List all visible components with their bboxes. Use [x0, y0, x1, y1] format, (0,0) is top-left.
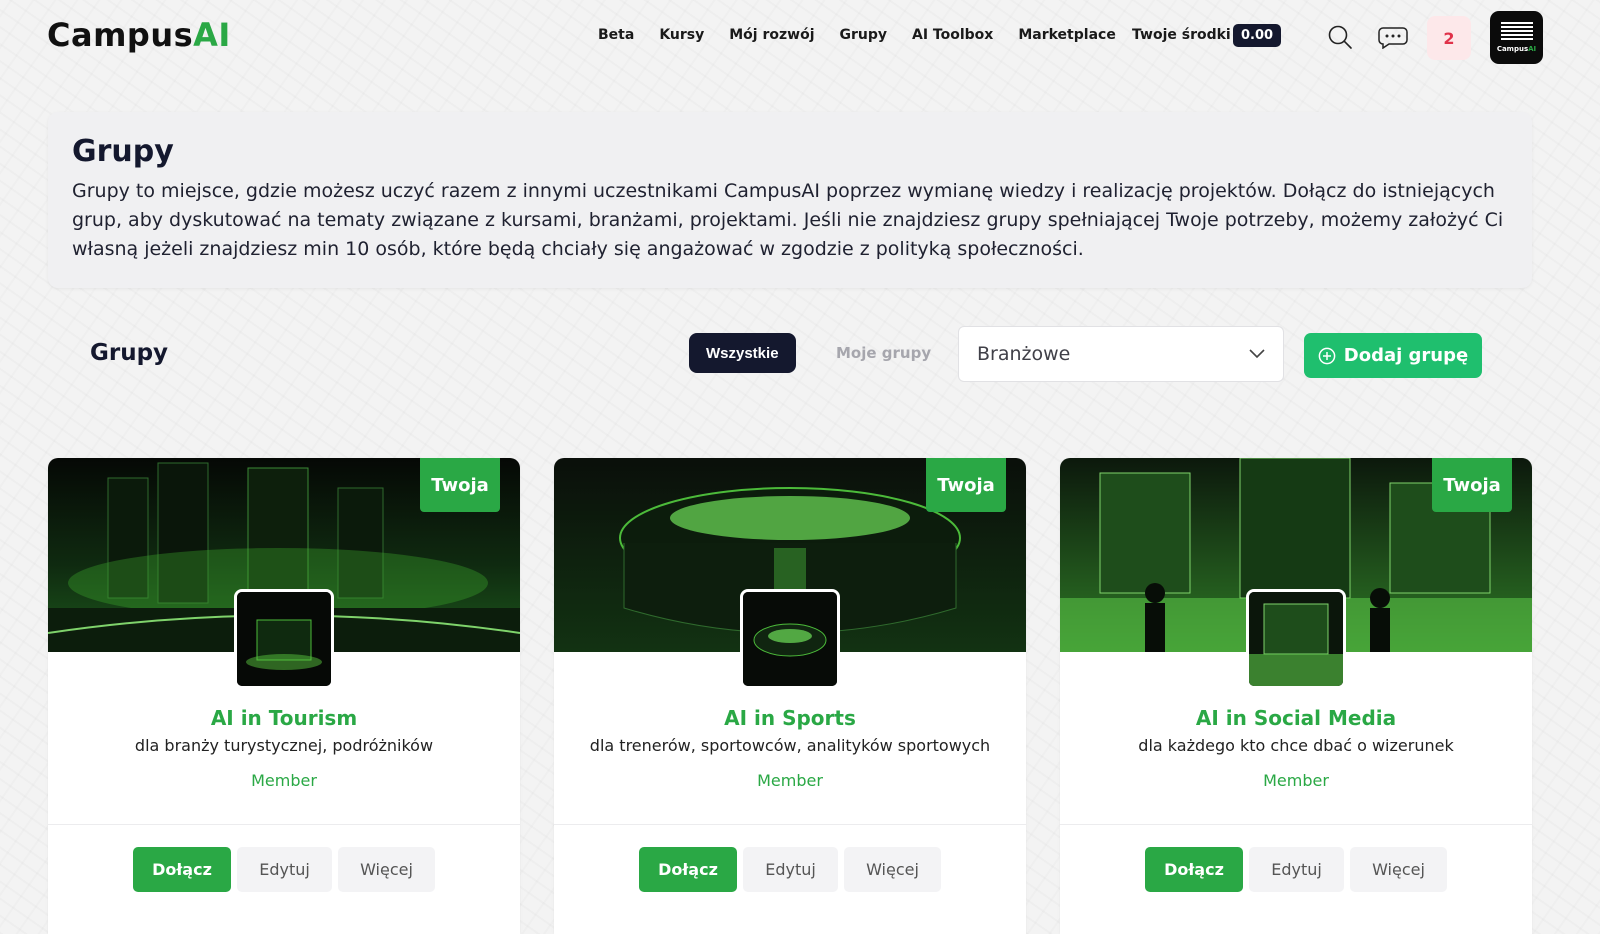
group-card: Twoja AI in Sports dla trenerów, sportow… [554, 458, 1026, 934]
avatar[interactable]: CampusAI [1490, 11, 1543, 64]
own-group-tag: Twoja [420, 458, 500, 512]
card-divider [1060, 824, 1532, 825]
edit-button[interactable]: Edytuj [237, 847, 332, 892]
more-button[interactable]: Więcej [844, 847, 941, 892]
avatar-label: CampusAI [1496, 45, 1537, 53]
notifications-badge[interactable]: 2 [1427, 16, 1471, 60]
card-actions: Dołącz Edytuj Więcej [1060, 847, 1532, 892]
logo[interactable]: CampusAI [47, 16, 231, 54]
chevron-down-icon [1249, 349, 1265, 359]
funds-label: Twoje środki [1132, 27, 1231, 43]
edit-button[interactable]: Edytuj [743, 847, 838, 892]
nav-grupy[interactable]: Grupy [840, 27, 888, 43]
membership-role: Member [757, 771, 823, 790]
nav-marketplace[interactable]: Marketplace [1018, 27, 1115, 43]
tab-my-groups[interactable]: Moje grupy [836, 333, 931, 373]
group-title[interactable]: AI in Tourism [48, 706, 520, 730]
groups-section-title: Grupy [90, 340, 169, 366]
group-description: dla trenerów, sportowców, analityków spo… [589, 736, 991, 755]
avatar-logo-icon [1500, 22, 1533, 42]
add-group-button[interactable]: Dodaj grupę [1304, 333, 1482, 378]
group-thumbnail [740, 589, 840, 689]
nav-kursy[interactable]: Kursy [659, 27, 704, 43]
card-divider [48, 824, 520, 825]
group-description: dla każdego kto chce dbać o wizerunek [1138, 736, 1454, 755]
group-card: Twoja AI in Tourism dla branży turystycz… [48, 458, 520, 934]
more-button[interactable]: Więcej [1350, 847, 1447, 892]
tab-all[interactable]: Wszystkie [689, 333, 796, 373]
intro-panel: Grupy Grupy to miejsce, gdzie możesz ucz… [48, 112, 1532, 288]
join-button[interactable]: Dołącz [639, 847, 737, 892]
group-thumbnail [1246, 589, 1346, 689]
nav-moj-rozwoj[interactable]: Mój rozwój [729, 27, 814, 43]
category-select[interactable]: Branżowe [958, 326, 1284, 382]
main-nav: Beta Kursy Mój rozwój Grupy AI Toolbox M… [598, 27, 1141, 43]
card-actions: Dołącz Edytuj Więcej [554, 847, 1026, 892]
membership-role: Member [251, 771, 317, 790]
group-thumbnail [234, 589, 334, 689]
own-group-tag: Twoja [1432, 458, 1512, 512]
nav-ai-toolbox[interactable]: AI Toolbox [912, 27, 993, 43]
group-description: dla branży turystycznej, podróżników [134, 736, 434, 755]
join-button[interactable]: Dołącz [133, 847, 231, 892]
group-title[interactable]: AI in Social Media [1060, 706, 1532, 730]
nav-beta[interactable]: Beta [598, 27, 634, 43]
edit-button[interactable]: Edytuj [1249, 847, 1344, 892]
page-title: Grupy [72, 134, 174, 169]
category-select-value: Branżowe [977, 343, 1071, 365]
membership-role: Member [1263, 771, 1329, 790]
card-actions: Dołącz Edytuj Więcej [48, 847, 520, 892]
card-divider [554, 824, 1026, 825]
search-icon[interactable] [1325, 22, 1355, 52]
intro-text: Grupy to miejsce, gdzie możesz uczyć raz… [72, 180, 1504, 260]
own-group-tag: Twoja [926, 458, 1006, 512]
more-button[interactable]: Więcej [338, 847, 435, 892]
join-button[interactable]: Dołącz [1145, 847, 1243, 892]
chat-icon[interactable] [1376, 22, 1410, 52]
add-group-label: Dodaj grupę [1343, 345, 1469, 366]
group-title[interactable]: AI in Sports [554, 706, 1026, 730]
group-card: Twoja AI in Social Media dla każdego kto… [1060, 458, 1532, 934]
plus-circle-icon [1318, 347, 1336, 364]
top-header: CampusAI Beta Kursy Mój rozwój Grupy AI … [0, 0, 1600, 80]
funds-balance-badge: 0.00 [1233, 24, 1282, 47]
